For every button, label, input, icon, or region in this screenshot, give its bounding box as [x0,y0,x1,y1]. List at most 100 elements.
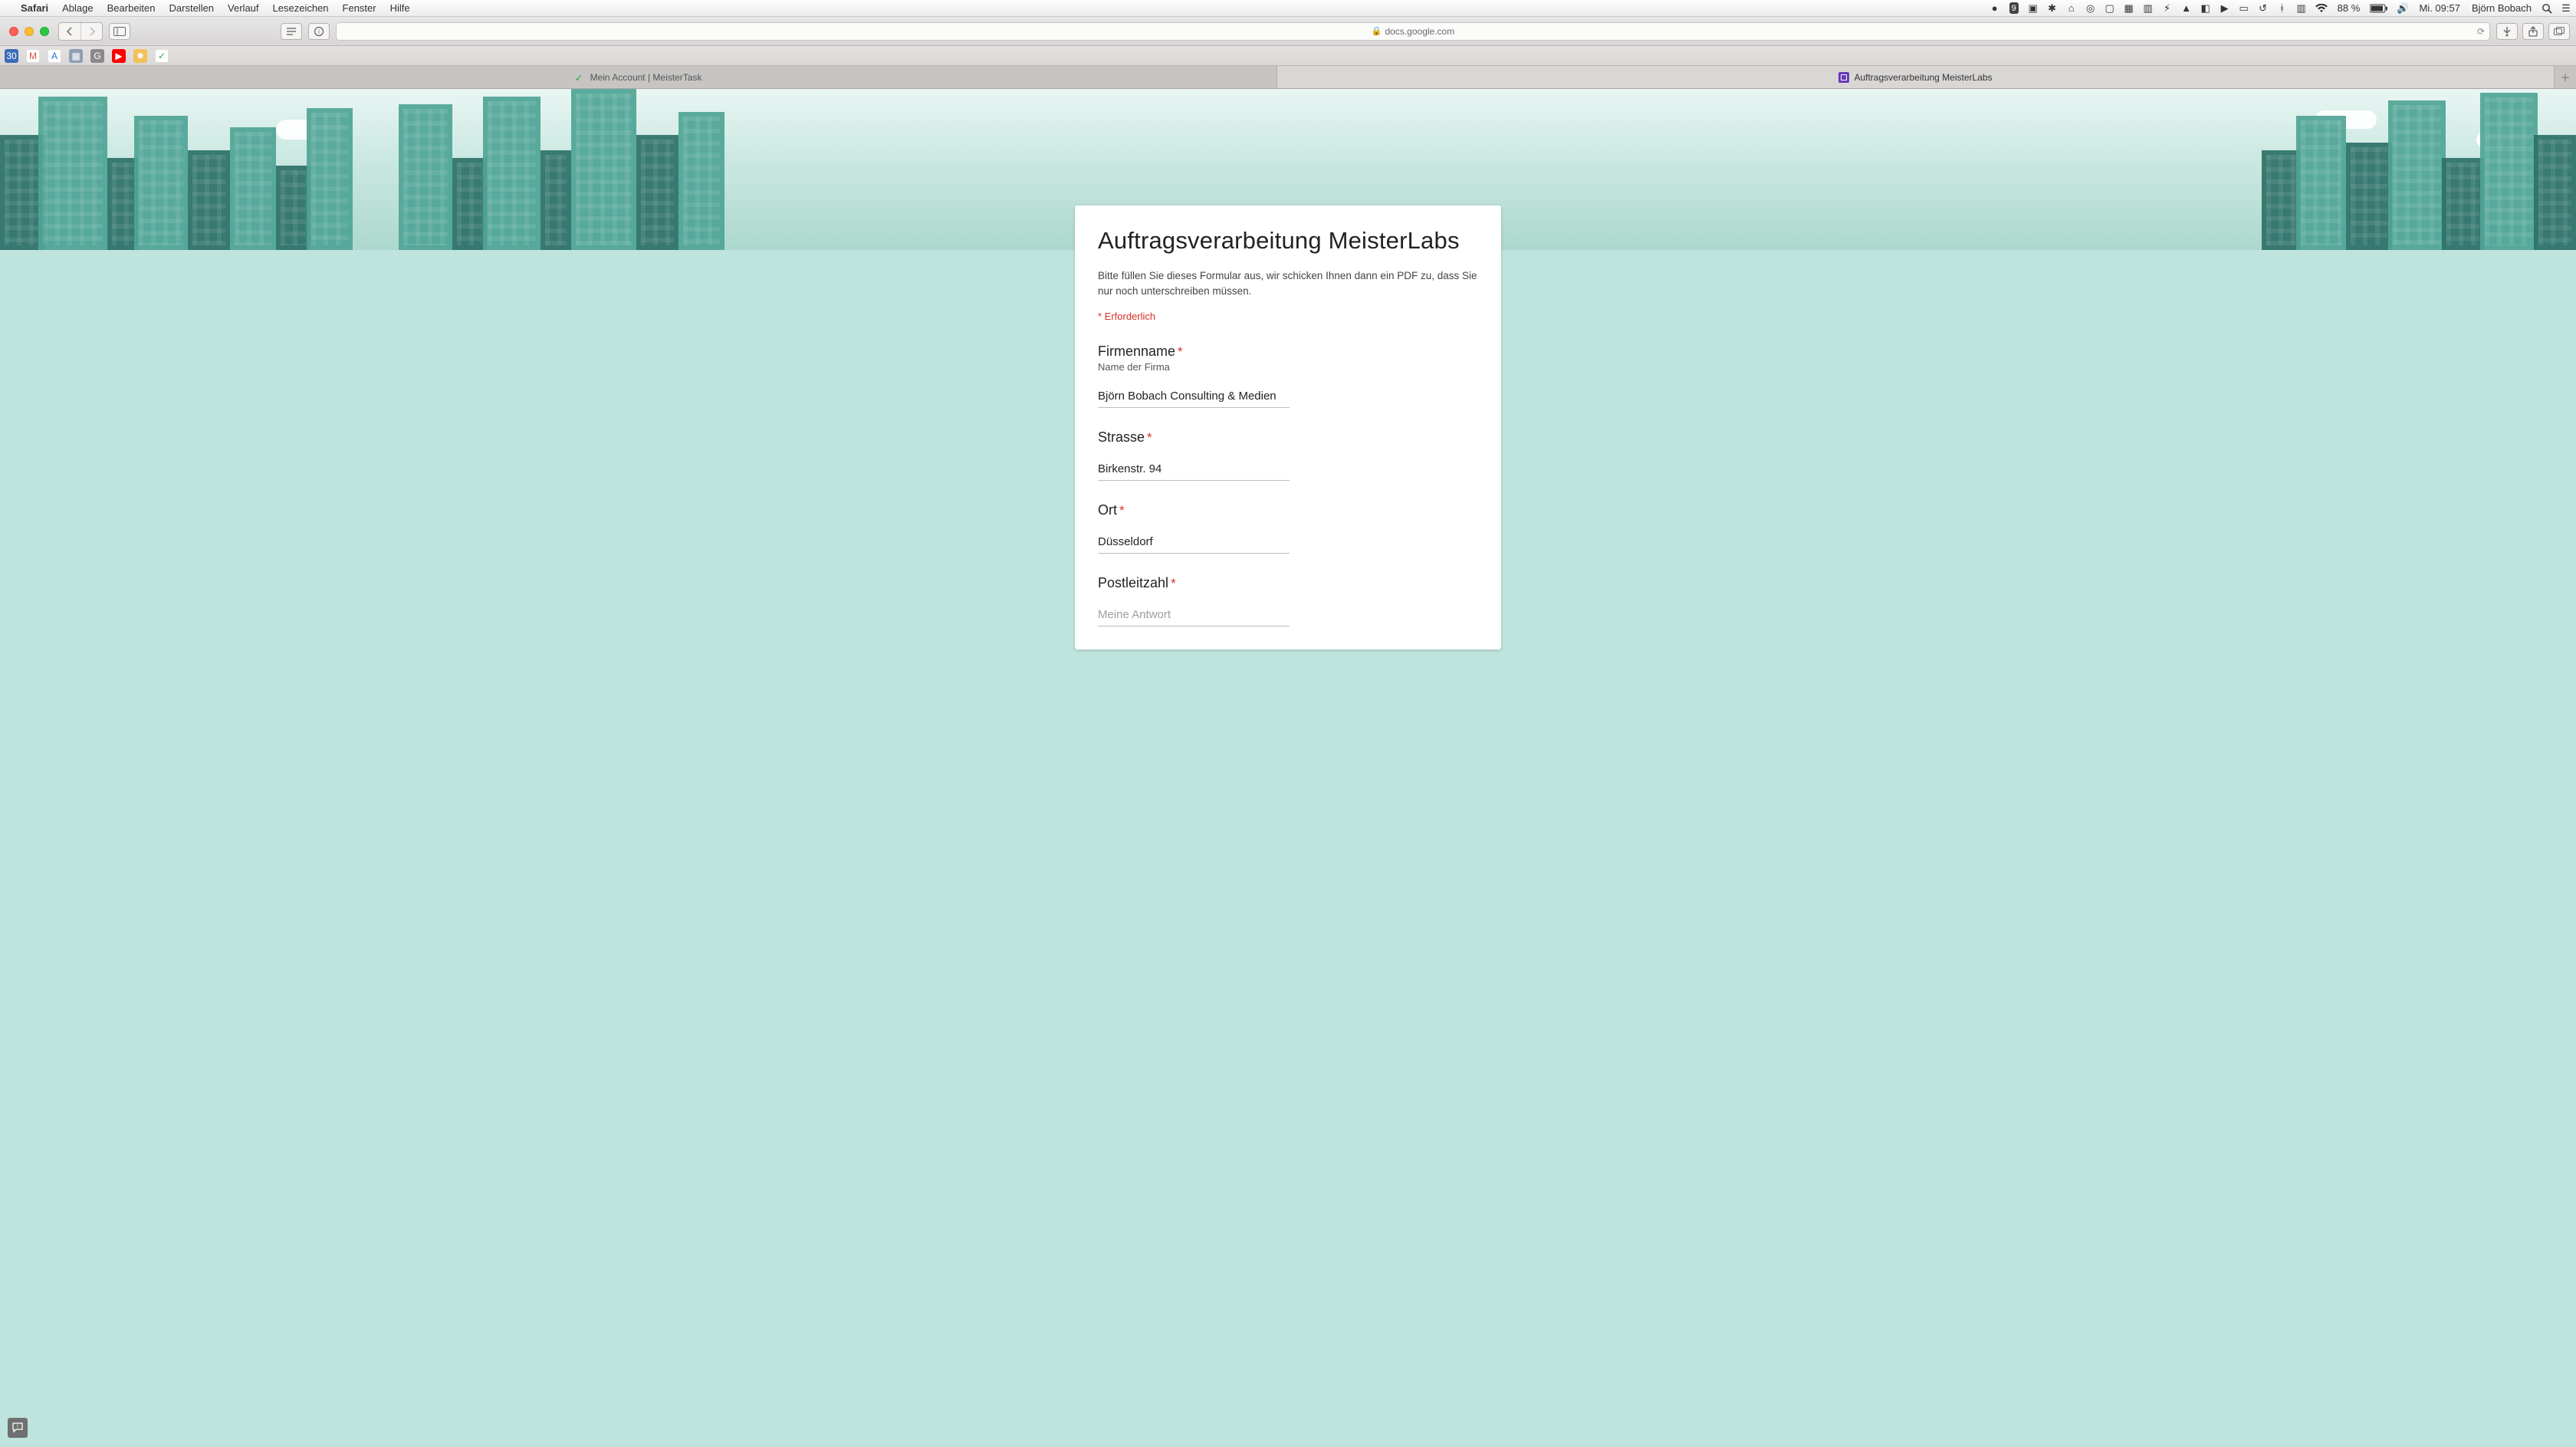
tab-bar: ✓ Mein Account | MeisterTask Auftragsver… [0,66,2576,89]
question-strasse: Strasse* [1098,429,1478,481]
tab-check-icon: ✓ [575,72,586,83]
battery-icon[interactable] [2370,0,2388,16]
url-field[interactable]: 🔒 docs.google.com ⟳ [336,22,2490,41]
site-settings-button[interactable]: i [308,23,330,40]
required-hint: * Erforderlich [1098,311,1478,322]
home-icon[interactable]: ⌂ [2066,0,2077,16]
nav-buttons [58,22,103,41]
question-label: Ort* [1098,502,1478,518]
menu-darstellen[interactable]: Darstellen [163,0,222,16]
question-plz: Postleitzahl* [1098,575,1478,626]
required-asterisk: * [1147,430,1152,445]
volume-icon[interactable]: 🔊 [2397,0,2409,16]
window-zoom-button[interactable] [40,27,49,36]
url-host: docs.google.com [1385,26,1454,37]
question-firmenname: Firmenname* Name der Firma [1098,344,1478,408]
favorites-bar: 30 M A ▦ G ▶ ✹ ✓ [0,46,2576,66]
display-icon[interactable]: ▭ [2239,0,2249,16]
menu-hilfe[interactable]: Hilfe [383,0,417,16]
plz-input[interactable] [1098,605,1290,626]
form-card: Auftragsverarbeitung MeisterLabs Bitte f… [1075,206,1501,650]
page-viewport: Auftragsverarbeitung MeisterLabs Bitte f… [0,89,2576,1447]
question-label-text: Ort [1098,502,1117,518]
grid-icon[interactable]: ▥ [2143,0,2154,16]
calendar-icon[interactable]: ▦ [2124,0,2134,16]
evernote-icon[interactable]: ✱ [2047,0,2058,16]
window-controls [6,27,52,36]
form-description: Bitte füllen Sie dieses Formular aus, wi… [1098,268,1478,298]
fav-flame-icon[interactable]: ✹ [133,49,147,63]
tab-forms-icon [1838,72,1849,83]
tab-googleforms[interactable]: Auftragsverarbeitung MeisterLabs [1277,66,2555,88]
reload-button[interactable]: ⟳ [2477,26,2485,37]
forward-button[interactable] [80,23,102,40]
menu-bearbeiten[interactable]: Bearbeiten [100,0,163,16]
box-icon[interactable]: ▢ [2104,0,2115,16]
browser-toolbar: i 🔒 docs.google.com ⟳ [0,17,2576,46]
timemachine-icon[interactable]: ↺ [2258,0,2269,16]
form-title: Auftragsverarbeitung MeisterLabs [1098,227,1478,255]
svg-text:i: i [318,28,320,35]
menubar-left: Safari Ablage Bearbeiten Darstellen Verl… [0,0,417,16]
fav-atlas-icon[interactable]: A [48,49,61,63]
window-minimize-button[interactable] [25,27,34,36]
window-close-button[interactable] [9,27,18,36]
video-icon[interactable]: ▶ [2220,0,2230,16]
macos-menubar: Safari Ablage Bearbeiten Darstellen Verl… [0,0,2576,17]
panes-icon[interactable]: ◧ [2200,0,2211,16]
sidebar-button[interactable] [109,23,130,40]
question-help: Name der Firma [1098,361,1478,373]
status-dot-icon[interactable]: ● [1990,0,2000,16]
question-label-text: Strasse [1098,429,1145,445]
tab-meistertask[interactable]: ✓ Mein Account | MeisterTask [0,66,1277,88]
tabs-overview-button[interactable] [2548,23,2570,40]
fav-check-icon[interactable]: ✓ [155,49,169,63]
reader-button[interactable] [281,23,302,40]
question-label: Postleitzahl* [1098,575,1478,591]
warn-icon[interactable]: ▲ [2181,0,2192,16]
tab-label: Mein Account | MeisterTask [590,72,702,83]
menu-verlauf[interactable]: Verlauf [221,0,265,16]
share-button[interactable] [2522,23,2544,40]
todoist-icon[interactable]: 9 [2009,0,2019,16]
circle-icon[interactable]: ◎ [2085,0,2096,16]
fav-gmail-icon[interactable]: M [26,49,40,63]
tab-label: Auftragsverarbeitung MeisterLabs [1854,72,1992,83]
user-name[interactable]: Björn Bobach [2470,0,2533,16]
bolt-icon[interactable]: ⚡︎ [2162,0,2173,16]
firmenname-input[interactable] [1098,386,1290,408]
required-asterisk: * [1178,344,1183,359]
clock[interactable]: Mi. 09:57 [2417,0,2461,16]
strasse-input[interactable] [1098,459,1290,481]
feedback-button[interactable]: ! [8,1418,28,1438]
bluetooth-icon[interactable]: ᚼ [2277,0,2288,16]
fav-box-icon[interactable]: ▦ [69,49,83,63]
new-tab-button[interactable]: ＋ [2555,66,2576,88]
fav-calendar-icon[interactable]: 30 [5,49,18,63]
downloads-button[interactable] [2496,23,2518,40]
camera-icon[interactable]: ▣ [2028,0,2039,16]
question-label: Strasse* [1098,429,1478,446]
question-label-text: Firmenname [1098,344,1175,359]
toolbar-right [2496,23,2570,40]
required-asterisk: * [1171,576,1176,590]
menu-ablage[interactable]: Ablage [55,0,100,16]
fav-youtube-icon[interactable]: ▶ [112,49,126,63]
spotlight-icon[interactable] [2542,0,2552,16]
apple-menu[interactable] [0,0,14,16]
wifi-icon[interactable] [2315,0,2328,16]
menu-lesezeichen[interactable]: Lesezeichen [266,0,336,16]
ort-input[interactable] [1098,532,1290,554]
battery-percentage: 88 % [2336,0,2362,16]
question-label: Firmenname* [1098,344,1478,360]
svg-text:!: ! [17,1425,18,1430]
back-button[interactable] [59,23,80,40]
lock-icon: 🔒 [1372,26,1382,36]
question-label-text: Postleitzahl [1098,575,1168,590]
app-menu[interactable]: Safari [14,0,55,16]
fav-g-icon[interactable]: G [90,49,104,63]
keyboard-battery-icon[interactable]: ▥ [2296,0,2307,16]
notification-center-icon[interactable]: ☰ [2561,0,2571,16]
menu-fenster[interactable]: Fenster [336,0,383,16]
question-ort: Ort* [1098,502,1478,554]
